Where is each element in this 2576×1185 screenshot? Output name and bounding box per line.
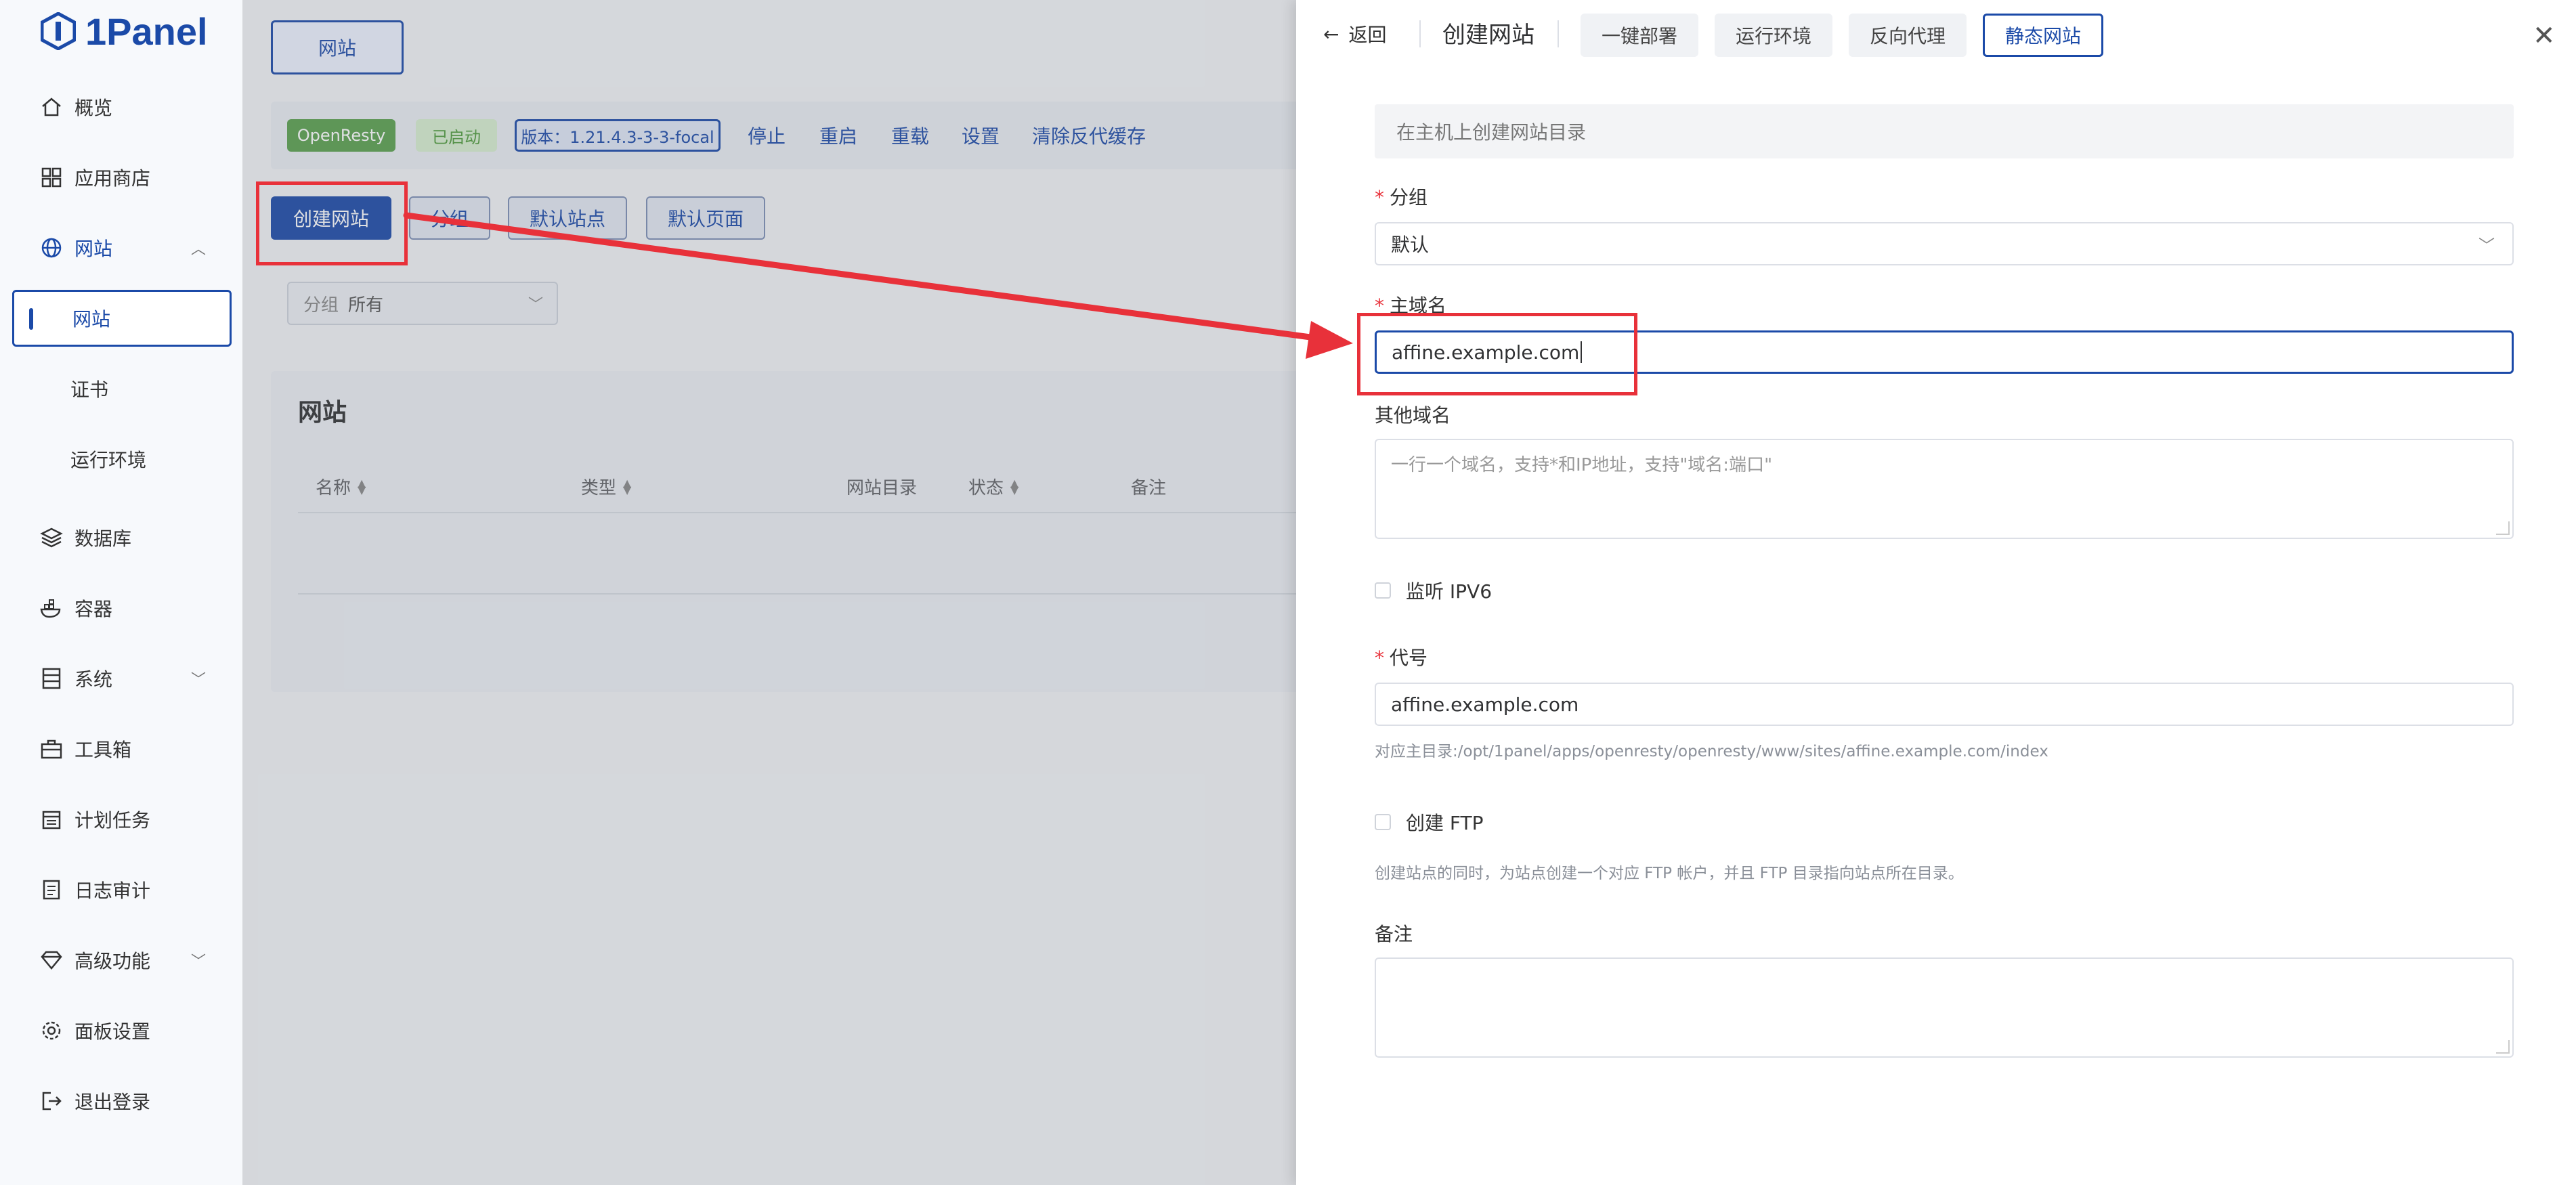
annotation-arrow (403, 212, 1353, 359)
